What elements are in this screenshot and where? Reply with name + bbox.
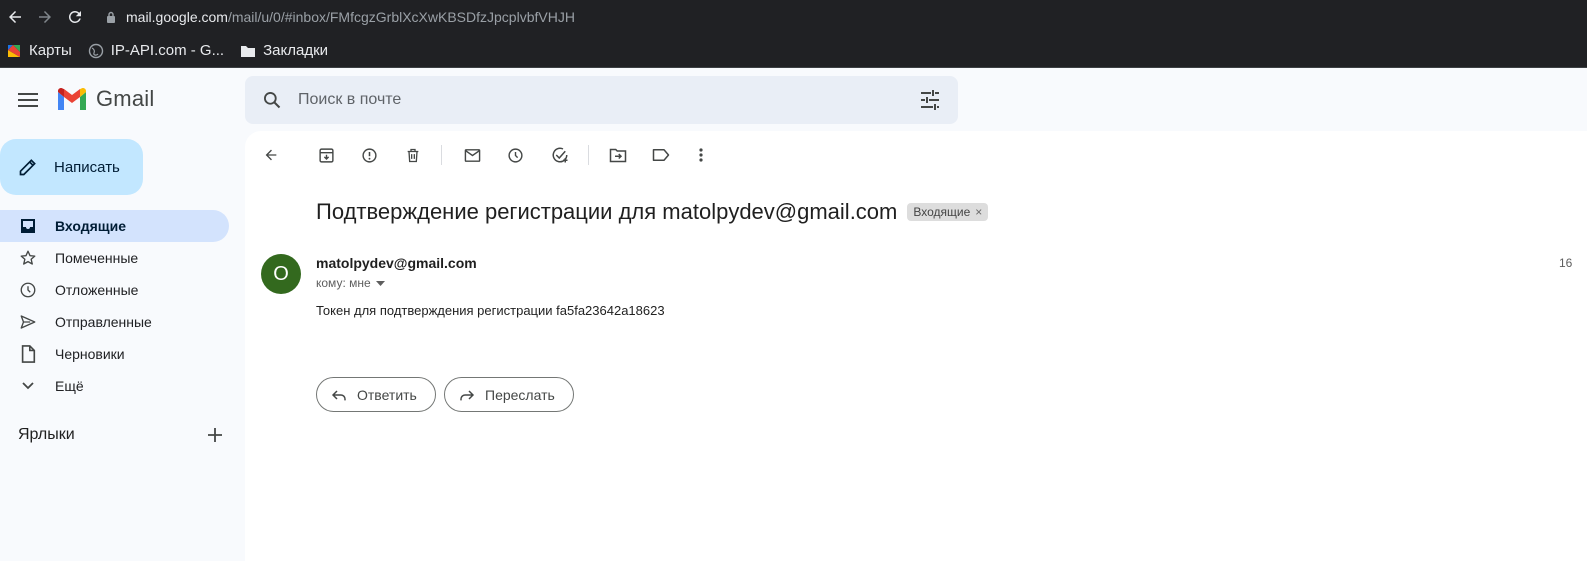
folder-icon: [240, 44, 256, 58]
main-menu-button[interactable]: [12, 84, 44, 116]
add-label-button[interactable]: [207, 427, 223, 443]
avatar[interactable]: O: [261, 254, 301, 294]
delete-button[interactable]: [401, 143, 425, 167]
back-to-inbox-button[interactable]: [259, 143, 283, 167]
mark-unread-button[interactable]: [460, 143, 484, 167]
globe-icon: [88, 43, 104, 59]
arrow-left-icon: [9, 11, 21, 23]
hamburger-icon: [18, 93, 38, 107]
label-chip-inbox[interactable]: Входящие ×: [907, 203, 989, 221]
bookmark-ip-api[interactable]: IP-API.com - G...: [88, 42, 224, 59]
labels-section: Ярлыки: [18, 426, 223, 444]
url-text: mail.google.com/mail/u/0/#inbox/FMfcgzGr…: [126, 9, 575, 25]
forward-button[interactable]: Переслать: [444, 377, 574, 412]
arrow-right-icon: [39, 11, 51, 23]
lock-icon: [106, 11, 116, 23]
spam-icon: [361, 147, 377, 163]
archive-button[interactable]: [314, 143, 338, 167]
snooze-button[interactable]: [503, 143, 527, 167]
trash-icon: [407, 148, 419, 162]
sidebar-nav: Входящие Помеченные Отложенные Отправлен…: [0, 210, 229, 402]
pencil-icon: [18, 157, 38, 177]
archive-icon: [318, 147, 334, 163]
message-subject: Подтверждение регистрации для matolpydev…: [316, 199, 989, 225]
message-time: 16: [1559, 256, 1573, 270]
sidebar-item-more[interactable]: Ещё: [0, 370, 229, 402]
chevron-down-icon: [18, 381, 38, 391]
more-vert-icon: [699, 148, 703, 162]
remove-label-button[interactable]: ×: [975, 205, 982, 219]
subject-text: Подтверждение регистрации для matolpydev…: [316, 199, 898, 224]
recipients-toggle[interactable]: кому: мне: [316, 276, 385, 290]
arrow-left-icon: [265, 149, 277, 161]
message-toolbar: [245, 131, 1587, 179]
compose-label: Написать: [54, 158, 120, 176]
reply-icon: [331, 388, 347, 402]
browser-toolbar: mail.google.com/mail/u/0/#inbox/FMfcgzGr…: [0, 0, 1587, 34]
bookmark-folder[interactable]: Закладки: [240, 42, 328, 59]
reply-button[interactable]: Ответить: [316, 377, 436, 412]
search-options-icon[interactable]: [920, 90, 940, 110]
browser-forward-button[interactable]: [30, 0, 60, 34]
toolbar-divider: [588, 145, 589, 165]
inbox-icon: [18, 218, 38, 234]
sidebar-item-starred[interactable]: Помеченные: [0, 242, 229, 274]
star-icon: [18, 249, 38, 267]
toolbar-divider: [441, 145, 442, 165]
reload-icon: [68, 10, 81, 23]
browser-reload-button[interactable]: [60, 0, 90, 34]
report-spam-button[interactable]: [357, 143, 381, 167]
maps-icon: [6, 43, 22, 59]
sidebar-item-drafts[interactable]: Черновики: [0, 338, 229, 370]
sender-name[interactable]: matolpydev@gmail.com: [316, 255, 477, 271]
message-panel: Подтверждение регистрации для matolpydev…: [245, 131, 1587, 561]
clock-icon: [18, 281, 38, 299]
compose-button[interactable]: Написать: [0, 139, 143, 195]
move-folder-icon: [609, 148, 627, 162]
sidebar-item-inbox[interactable]: Входящие: [0, 210, 229, 242]
caret-down-icon: [375, 280, 385, 286]
add-to-tasks-button[interactable]: [548, 143, 572, 167]
bookmarks-bar: Карты IP-API.com - G... Закладки: [0, 34, 1587, 68]
draft-icon: [18, 345, 38, 363]
browser-back-button[interactable]: [0, 0, 30, 34]
forward-icon: [459, 388, 475, 402]
labels-button[interactable]: [649, 143, 673, 167]
search-input[interactable]: Поиск в почте: [298, 91, 401, 109]
label-icon: [652, 149, 670, 161]
more-options-button[interactable]: [689, 143, 713, 167]
mail-icon: [464, 148, 480, 162]
bookmark-maps[interactable]: Карты: [6, 42, 72, 59]
address-bar[interactable]: mail.google.com/mail/u/0/#inbox/FMfcgzGr…: [106, 0, 575, 34]
clock-icon: [507, 147, 523, 163]
sidebar-item-snoozed[interactable]: Отложенные: [0, 274, 229, 306]
task-add-icon: [552, 147, 568, 163]
gmail-logo[interactable]: Gmail: [56, 86, 154, 112]
sidebar-item-sent[interactable]: Отправленные: [0, 306, 229, 338]
search-bar[interactable]: Поиск в почте: [245, 76, 958, 124]
message-body: Токен для подтверждения регистрации fa5f…: [316, 303, 665, 318]
app-name: Gmail: [96, 86, 155, 111]
gmail-m-icon: [58, 87, 86, 110]
plus-icon: [208, 428, 222, 442]
labels-title: Ярлыки: [18, 426, 75, 443]
search-icon[interactable]: [262, 90, 282, 110]
move-to-button[interactable]: [606, 143, 630, 167]
send-icon: [18, 313, 38, 331]
